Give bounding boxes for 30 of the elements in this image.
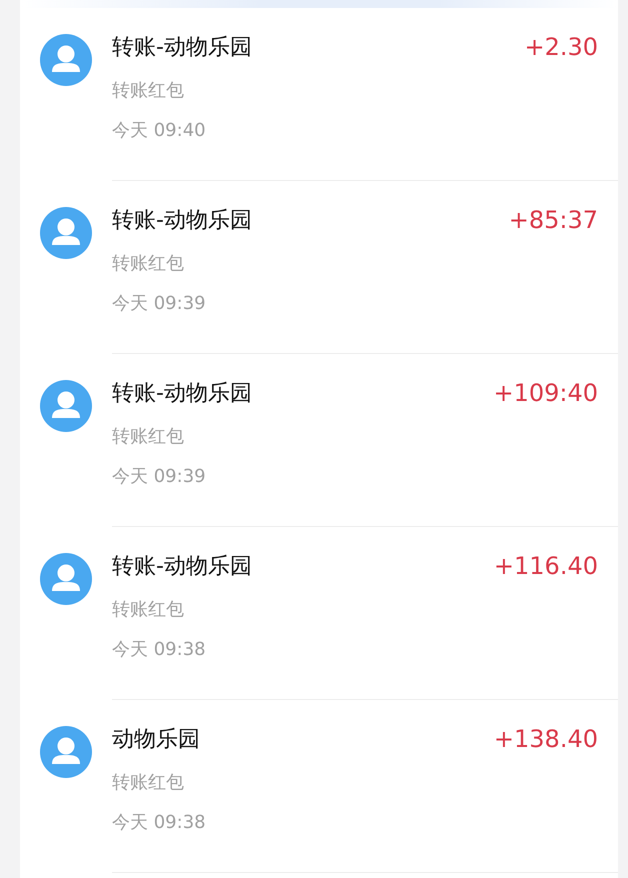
transaction-time: 今天 09:38 [112,638,206,661]
transaction-title: 转账-动物乐园 [112,553,252,581]
avatar-icon [40,34,92,86]
avatar-icon [40,207,92,259]
transaction-row[interactable]: 转账-动物乐园 +116.40 转账红包 今天 09:38 [20,527,618,700]
transaction-amount: +2.30 [524,33,598,61]
transaction-row[interactable]: 转账-动物乐园 +2.30 转账红包 今天 09:40 [20,8,618,181]
transaction-row[interactable]: 动物乐园 +138.40 转账红包 今天 09:38 [20,700,618,873]
transaction-amount: +109:40 [493,379,598,407]
transaction-type: 转账红包 [112,598,184,621]
transaction-amount: +116.40 [494,552,598,580]
transaction-type: 转账红包 [112,771,184,794]
transaction-title: 转账-动物乐园 [112,380,252,408]
transaction-time: 今天 09:39 [112,465,206,488]
transaction-title: 转账-动物乐园 [112,34,252,62]
transaction-title: 动物乐园 [112,726,200,754]
transaction-row[interactable]: 转账-动物乐园 +109:40 转账红包 今天 09:39 [20,354,618,527]
avatar-icon [40,726,92,778]
transaction-amount: +138.40 [494,725,598,753]
transaction-time: 今天 09:39 [112,292,206,315]
transaction-time: 今天 09:40 [112,119,206,142]
avatar-icon [40,553,92,605]
transaction-type: 转账红包 [112,79,184,102]
transaction-time: 今天 09:38 [112,811,206,834]
avatar-icon [40,380,92,432]
transaction-type: 转账红包 [112,425,184,448]
transaction-amount: +85:37 [508,206,598,234]
transaction-title: 转账-动物乐园 [112,207,252,235]
transaction-row[interactable]: 转账-动物乐园 +85:37 转账红包 今天 09:39 [20,181,618,354]
transaction-type: 转账红包 [112,252,184,275]
